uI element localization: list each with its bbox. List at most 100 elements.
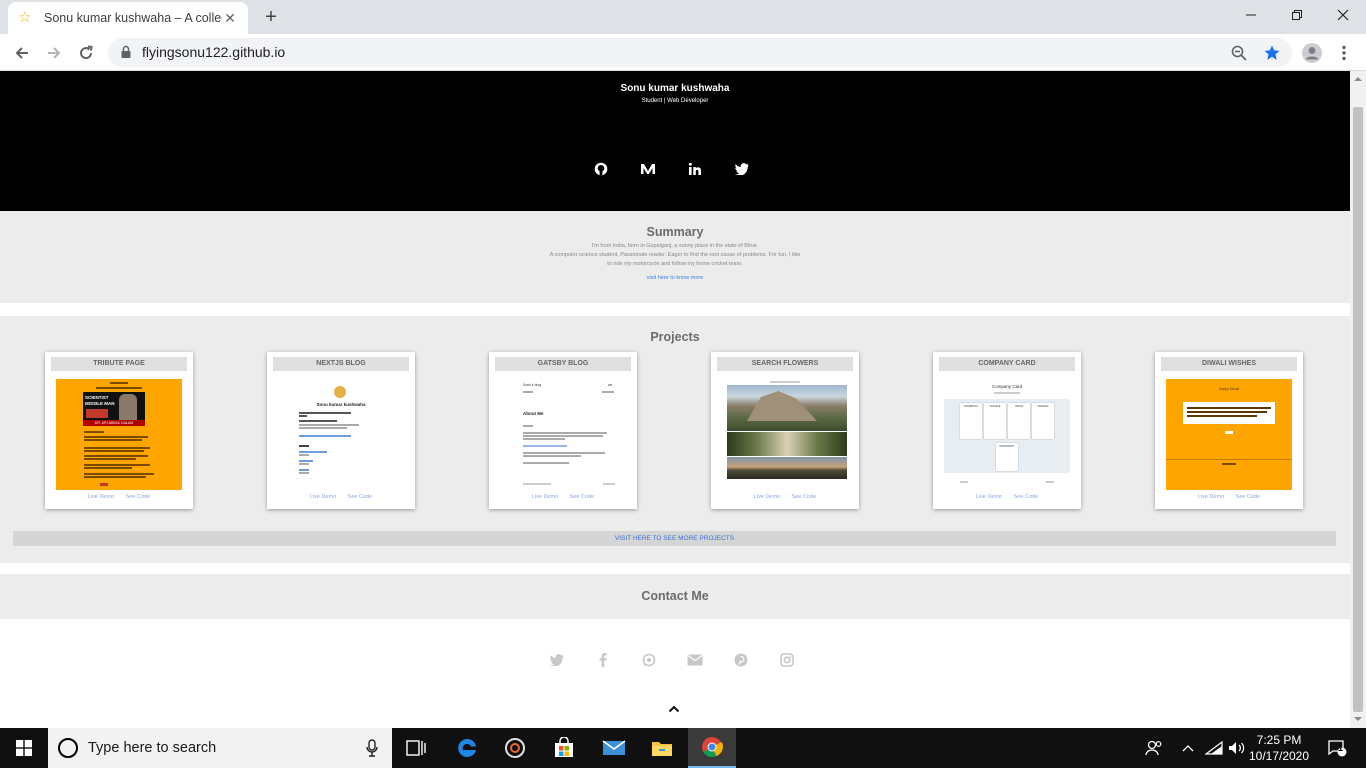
taskbar-clock[interactable]: 7:25 PM 10/17/2020 <box>1242 732 1316 764</box>
search-circle-icon <box>58 738 78 758</box>
live-demo-link[interactable]: Live Demo <box>310 494 336 500</box>
see-code-link[interactable]: See Code <box>348 494 372 500</box>
linkedin-icon[interactable] <box>685 161 705 177</box>
live-demo-link[interactable]: Live Demo <box>976 494 1002 500</box>
mountain-photo <box>727 385 847 431</box>
start-button[interactable] <box>0 728 48 768</box>
hero-name: Sonu kumar kushwaha <box>620 83 730 94</box>
star-favicon-icon: ☆ <box>18 9 32 26</box>
scroll-up-arrow[interactable] <box>1354 77 1362 81</box>
twitter-icon[interactable] <box>732 161 752 177</box>
banner-text: SCIENTIST <box>85 395 109 400</box>
chrome-menu-button[interactable] <box>1330 39 1358 67</box>
bookmark-star-icon[interactable] <box>1262 43 1282 63</box>
scroll-to-top-icon[interactable] <box>667 701 681 713</box>
thumb-brand: Sonu's blog <box>523 383 542 387</box>
forward-button[interactable] <box>40 39 68 67</box>
contact-section: Contact Me <box>0 574 1350 619</box>
card-title: COMPANY CARD <box>939 357 1075 371</box>
project-card-search-flowers: SEARCH FLOWERS Live Demo See Code <box>711 352 859 509</box>
company-cell: GOOGLE <box>989 405 1001 408</box>
clock-date: 10/17/2020 <box>1248 749 1310 763</box>
summary-text: I'm from India, born in Gopalganj, a sun… <box>525 242 825 269</box>
live-demo-link[interactable]: Live Demo <box>88 494 114 500</box>
card-thumbnail[interactable]: Sonu's blog About Me <box>500 379 626 490</box>
back-button[interactable] <box>8 39 36 67</box>
see-code-link[interactable]: See Code <box>126 494 150 500</box>
zoom-icon[interactable] <box>1229 43 1249 63</box>
twitter-icon[interactable] <box>549 653 565 667</box>
scroll-down-arrow[interactable] <box>1354 717 1362 721</box>
wifi-icon[interactable] <box>1204 728 1224 768</box>
see-code-link[interactable]: See Code <box>570 494 594 500</box>
whatsapp-icon[interactable] <box>641 653 657 667</box>
mail-icon[interactable] <box>687 653 703 667</box>
store-icon[interactable] <box>540 728 588 768</box>
page-scrollbar[interactable] <box>1350 71 1366 728</box>
card-title: DIWALI WISHES <box>1161 357 1297 371</box>
live-demo-link[interactable]: Live Demo <box>532 494 558 500</box>
address-bar[interactable]: flyingsonu122.github.io <box>108 38 1292 67</box>
card-thumbnail[interactable]: Company Card FACEBOOK GOOGLE APPLE AMAZO… <box>944 379 1070 490</box>
new-tab-button[interactable]: + <box>260 6 282 28</box>
minimize-button[interactable] <box>1228 0 1274 30</box>
people-icon[interactable] <box>1142 728 1166 768</box>
instagram-icon[interactable] <box>779 653 795 667</box>
medium-icon[interactable] <box>638 161 658 177</box>
tab-close-icon[interactable]: ✕ <box>222 10 238 26</box>
live-demo-link[interactable]: Live Demo <box>754 494 780 500</box>
project-card-gatsby: GATSBY BLOG Sonu's blog About Me Live De… <box>489 352 637 509</box>
company-cell: MICROSOFT <box>999 445 1015 448</box>
contact-heading: Contact Me <box>641 589 709 603</box>
profile-avatar[interactable] <box>1298 39 1326 67</box>
edge-icon[interactable] <box>443 728 491 768</box>
windows-taskbar: Type here to search 7:25 PM 10/17/2020 1 <box>0 728 1366 768</box>
card-title: NEXTJS BLOG <box>273 357 409 371</box>
microphone-icon[interactable] <box>366 739 378 762</box>
pinterest-icon[interactable] <box>733 653 749 667</box>
card-links: Live Demo See Code <box>489 494 637 500</box>
scroll-thumb[interactable] <box>1353 107 1363 712</box>
notification-center-icon[interactable]: 1 <box>1320 728 1354 768</box>
summary-section: Summary I'm from India, born in Gopalgan… <box>0 211 1350 303</box>
forest-photo <box>727 432 847 456</box>
company-cell: FACEBOOK <box>964 405 978 408</box>
banner-text: DR. APJ ABDUL KALAM <box>83 420 145 426</box>
taskbar-search[interactable]: Type here to search <box>48 728 392 768</box>
page-viewport: Sonu kumar kushwaha Student | Web Develo… <box>0 71 1350 728</box>
lock-icon[interactable] <box>120 45 132 64</box>
restore-button[interactable] <box>1274 0 1320 30</box>
clock-time: 7:25 PM <box>1256 733 1302 747</box>
close-window-button[interactable] <box>1320 0 1366 30</box>
github-icon[interactable] <box>591 161 611 177</box>
live-demo-link[interactable]: Live Demo <box>1198 494 1224 500</box>
see-code-link[interactable]: See Code <box>1014 494 1038 500</box>
url-text[interactable]: flyingsonu122.github.io <box>142 44 285 60</box>
card-title: SEARCH FLOWERS <box>717 357 853 371</box>
see-code-link[interactable]: See Code <box>792 494 816 500</box>
card-thumbnail[interactable]: Sonu kumar kushwaha <box>278 379 404 490</box>
see-code-link[interactable]: See Code <box>1236 494 1260 500</box>
more-projects-link[interactable]: VISIT HERE TO SEE MORE PROJECTS <box>13 531 1336 546</box>
thumb-heading: Company Card <box>991 384 1023 389</box>
know-more-link[interactable]: visit here to know more <box>0 275 1350 281</box>
card-thumbnail[interactable]: Happy Diwali <box>1166 379 1292 490</box>
notification-count: 1 <box>1338 743 1344 753</box>
card-thumbnail[interactable]: SCIENTIST MISSILE MAN DR. APJ ABDUL KALA… <box>56 379 182 490</box>
facebook-icon[interactable] <box>595 653 611 667</box>
task-view-button[interactable] <box>392 728 440 768</box>
project-card-nextjs: NEXTJS BLOG Sonu kumar kushwaha Live Dem… <box>267 352 415 509</box>
card-thumbnail[interactable] <box>722 379 848 490</box>
project-card-company-card: COMPANY CARD Company Card FACEBOOK GOOGL… <box>933 352 1081 509</box>
thumb-heading: Happy Diwali <box>1218 387 1240 391</box>
tab-title: Sonu kumar kushwaha – A collection <box>44 11 222 25</box>
mail-app-icon[interactable] <box>590 728 638 768</box>
card-title: GATSBY BLOG <box>495 357 631 371</box>
tray-chevron-up-icon[interactable] <box>1178 728 1198 768</box>
chrome-taskbar-icon[interactable] <box>688 728 736 768</box>
groove-music-icon[interactable] <box>491 728 539 768</box>
project-card-diwali: DIWALI WISHES Happy Diwali Live Demo See… <box>1155 352 1303 509</box>
reload-button[interactable] <box>72 39 100 67</box>
file-explorer-icon[interactable] <box>638 728 686 768</box>
browser-tab-active[interactable]: ☆ Sonu kumar kushwaha – A collection ✕ <box>8 2 248 34</box>
